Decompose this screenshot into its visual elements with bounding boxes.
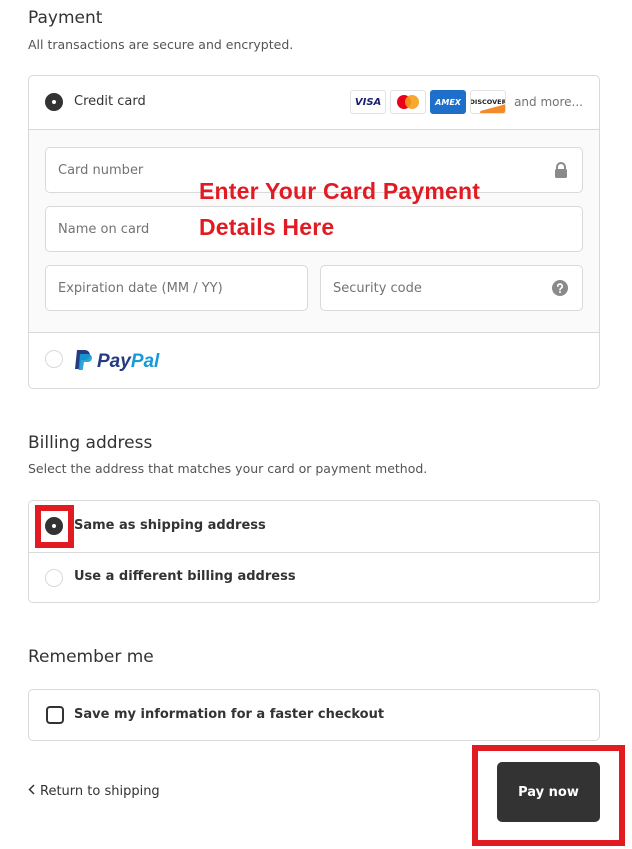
- billing-different-radio[interactable]: [45, 569, 63, 587]
- credit-card-option[interactable]: Credit card VISA AMEX DISCOVER and more.…: [29, 76, 599, 129]
- paypal-text-pay: Pay: [97, 351, 131, 372]
- payment-title: Payment: [28, 8, 103, 28]
- mastercard-icon: [390, 90, 427, 114]
- billing-option-different[interactable]: Use a different billing address: [29, 553, 599, 602]
- and-more-text: and more...: [514, 95, 583, 109]
- highlight-box-billing: [35, 505, 74, 548]
- remember-option[interactable]: Save my information for a faster checkou…: [29, 690, 599, 740]
- paypal-text-pal: Pal: [130, 351, 160, 372]
- payment-subtitle: All transactions are secure and encrypte…: [28, 37, 294, 52]
- credit-card-radio[interactable]: [45, 93, 63, 111]
- pay-now-button[interactable]: Pay now: [497, 762, 600, 822]
- billing-option-same[interactable]: Same as shipping address: [29, 501, 599, 552]
- paypal-option[interactable]: PayPal: [29, 333, 599, 388]
- help-icon[interactable]: [552, 280, 568, 300]
- remember-checkbox[interactable]: [46, 706, 64, 724]
- card-brand-logos: VISA AMEX DISCOVER and more...: [350, 90, 583, 114]
- amex-icon: AMEX: [430, 90, 467, 114]
- expiration-field[interactable]: [45, 265, 308, 311]
- remember-label: Save my information for a faster checkou…: [74, 707, 385, 722]
- remember-title: Remember me: [28, 647, 154, 667]
- remember-box: Save my information for a faster checkou…: [28, 689, 600, 741]
- annotation-line-2: Details Here: [199, 214, 335, 240]
- discover-icon: DISCOVER: [470, 90, 507, 114]
- billing-options-box: Same as shipping address Use a different…: [28, 500, 600, 603]
- lock-icon: [554, 162, 568, 183]
- paypal-icon: [73, 349, 93, 375]
- paypal-radio[interactable]: [45, 350, 63, 368]
- billing-title: Billing address: [28, 433, 153, 453]
- chevron-left-icon: [28, 784, 35, 799]
- visa-icon: VISA: [350, 90, 387, 114]
- credit-card-label: Credit card: [74, 94, 146, 109]
- security-code-input[interactable]: [321, 266, 582, 310]
- paypal-logo: PayPal: [73, 349, 159, 375]
- billing-different-label: Use a different billing address: [74, 569, 296, 584]
- annotation-line-1: Enter Your Card Payment: [199, 178, 481, 204]
- security-code-field[interactable]: [320, 265, 583, 311]
- expiration-input[interactable]: [46, 266, 307, 310]
- return-to-shipping-label: Return to shipping: [40, 784, 160, 799]
- billing-subtitle: Select the address that matches your car…: [28, 461, 428, 476]
- billing-same-label: Same as shipping address: [74, 518, 266, 533]
- return-to-shipping-link[interactable]: Return to shipping: [28, 784, 160, 799]
